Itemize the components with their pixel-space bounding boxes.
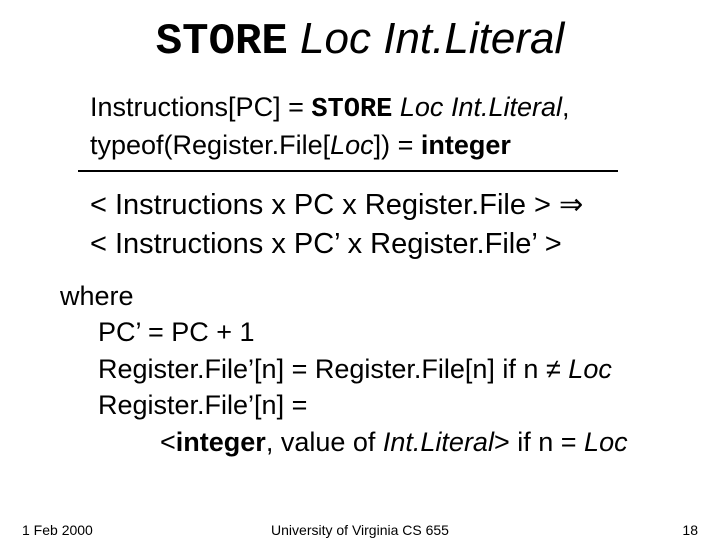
footer-center: University of Virginia CS 655 xyxy=(0,522,720,538)
premise-line-1: Instructions[PC] = STORE Loc Int.Literal… xyxy=(90,90,650,128)
where2-loc: Loc xyxy=(568,354,612,384)
where-block: where PC’ = PC + 1 Register.File’[n] = R… xyxy=(60,278,680,460)
where4-text-b: , value of xyxy=(266,427,383,457)
premise2-text-a: typeof(Register.File[ xyxy=(90,130,330,160)
premise2-text-b: ]) = xyxy=(374,130,421,160)
premise1-literal: Int.Literal xyxy=(451,92,562,122)
where-line-3: Register.File’[n] = xyxy=(60,387,680,423)
premise1-text-c xyxy=(443,92,451,122)
slide-title: STORE Loc Int.Literal xyxy=(0,14,720,67)
premise1-text-d: , xyxy=(562,92,570,122)
where4-text-d xyxy=(577,427,585,457)
where-line-4: <integer, value of Int.Literal> if n = L… xyxy=(60,424,680,460)
where4-loc: Loc xyxy=(584,427,628,457)
where4-literal: Int.Literal xyxy=(383,427,494,457)
conclusion-line-2: < Instructions x PC’ x Register.File’ > xyxy=(90,225,650,264)
conclusion-block: < Instructions x PC x Register.File > ⇒ … xyxy=(90,186,650,264)
premise1-keyword: STORE xyxy=(311,95,392,125)
where-line-2: Register.File’[n] = Register.File[n] if … xyxy=(60,351,680,387)
title-literal: Int.Literal xyxy=(383,14,564,63)
title-keyword: STORE xyxy=(156,17,288,67)
where-line-1: PC’ = PC + 1 xyxy=(60,314,680,350)
slide: STORE Loc Int.Literal Instructions[PC] =… xyxy=(0,0,720,540)
premise1-text-a: Instructions[PC] = xyxy=(90,92,311,122)
equal-symbol: = xyxy=(561,427,577,457)
where2-text-a: Register.File’[n] = Register.File[n] if … xyxy=(98,354,546,384)
title-loc: Loc xyxy=(300,14,371,63)
premise-block: Instructions[PC] = STORE Loc Int.Literal… xyxy=(90,90,650,163)
premise2-integer: integer xyxy=(421,130,511,160)
not-equal-symbol: ≠ xyxy=(546,354,561,384)
premise2-loc: Loc xyxy=(330,130,374,160)
slide-number: 18 xyxy=(682,522,698,538)
where4-integer: integer xyxy=(176,427,266,457)
where4-text-c: > if n xyxy=(494,427,561,457)
conclusion-line-1: < Instructions x PC x Register.File > ⇒ xyxy=(90,186,650,225)
inference-rule-line xyxy=(78,170,618,172)
premise-line-2: typeof(Register.File[Loc]) = integer xyxy=(90,128,650,163)
premise1-text-b xyxy=(392,92,400,122)
premise1-loc: Loc xyxy=(400,92,444,122)
where4-text-a: < xyxy=(160,427,176,457)
where-label: where xyxy=(60,281,134,311)
